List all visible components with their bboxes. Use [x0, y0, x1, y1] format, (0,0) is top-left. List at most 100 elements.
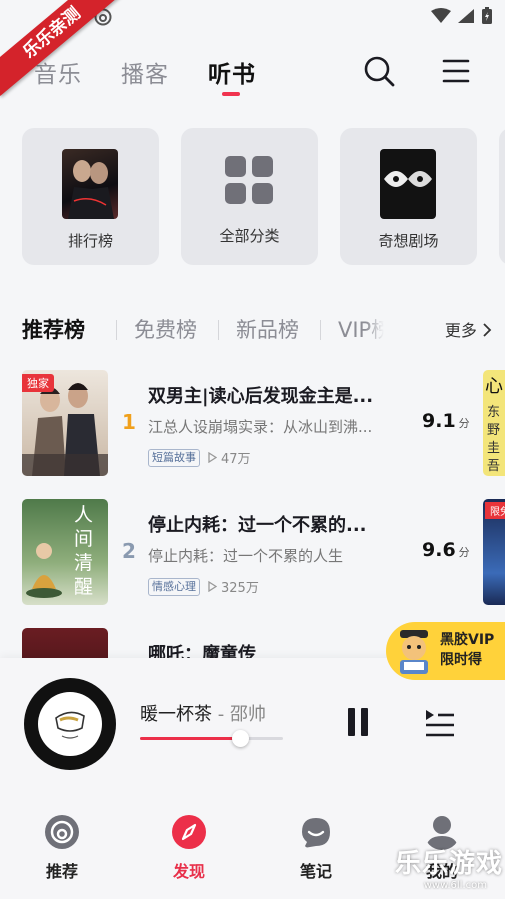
- pause-button[interactable]: [345, 708, 371, 738]
- signal-icon: [458, 9, 474, 23]
- play-count: 325万: [208, 577, 259, 596]
- rank-number: 1: [122, 410, 136, 434]
- play-count: 47万: [208, 448, 251, 467]
- ranking-thumbnail: [62, 149, 118, 219]
- book-score: 9.1 分: [422, 410, 470, 432]
- album-disc[interactable]: [24, 678, 116, 770]
- next-card-partial[interactable]: [499, 128, 505, 265]
- book-score: 9.6 分: [422, 539, 470, 561]
- battery-icon: [482, 7, 492, 24]
- grid-icon: [225, 156, 273, 204]
- book-title: 双男主|读心后发现金主是...: [148, 386, 374, 407]
- netease-music-icon: [45, 815, 79, 849]
- play-icon: [208, 581, 217, 592]
- rank-tabs: 推荐榜 免费榜 新品榜 VIP榜 更多: [22, 312, 492, 348]
- score-unit: 分: [458, 417, 470, 430]
- bottom-nav-label: 推荐: [45, 862, 78, 881]
- quick-entry-row: 排行榜 全部分类 奇想剧场: [22, 128, 505, 266]
- play-count-value: 47万: [221, 452, 251, 467]
- song-info: 暖一杯茶 - 邵帅: [140, 700, 266, 726]
- brand-watermark: 乐乐游戏: [394, 849, 503, 879]
- divider: [320, 320, 321, 340]
- user-icon: [426, 816, 458, 850]
- book-cover: 独家: [22, 370, 108, 476]
- ranking-cover-art: [68, 160, 114, 219]
- brand-watermark-url: www.6ll.com: [423, 880, 487, 891]
- ranking-card[interactable]: 排行榜: [22, 128, 159, 265]
- rank-tab-recommend[interactable]: 推荐榜: [22, 314, 85, 344]
- book-description: 停止内耗：过一个不累的人生: [148, 547, 344, 565]
- vip-promo-line1: 黑胶VIP: [440, 632, 495, 648]
- tab-audiobook[interactable]: 听书: [208, 55, 256, 89]
- score-value: 9.6: [422, 539, 456, 561]
- category-tag: 短篇故事: [148, 448, 200, 467]
- all-categories-card[interactable]: 全部分类: [181, 128, 318, 265]
- more-link[interactable]: 更多: [445, 317, 492, 341]
- svg-text:醒: 醒: [74, 576, 93, 598]
- tab-podcast[interactable]: 播客: [121, 55, 169, 89]
- menu-icon[interactable]: [440, 54, 474, 88]
- more-label: 更多: [444, 321, 477, 340]
- bottom-nav-label: 发现: [172, 862, 205, 881]
- all-categories-label: 全部分类: [219, 227, 280, 245]
- wifi-icon: [431, 8, 451, 23]
- bottom-nav-recommend[interactable]: 推荐: [22, 814, 102, 882]
- search-icon[interactable]: [362, 54, 396, 88]
- svg-text:间: 间: [74, 528, 93, 550]
- book-item[interactable]: 独家 1 双男主|读心后发现金主是... 江总人设崩塌实录：从冰山到沸... 短…: [22, 370, 482, 478]
- score-value: 9.1: [422, 410, 456, 432]
- side-book-cover[interactable]: 限免: [483, 499, 505, 605]
- status-icons: [431, 7, 493, 25]
- bottom-nav-discover[interactable]: 发现: [149, 814, 229, 882]
- bottom-nav-label: 笔记: [299, 862, 332, 881]
- divider: [116, 320, 117, 340]
- book-meta: 短篇故事 47万: [148, 448, 251, 467]
- bottom-nav-notes[interactable]: 笔记: [276, 814, 356, 882]
- rank-tab-free[interactable]: 免费榜: [134, 314, 197, 344]
- progress-bar[interactable]: [140, 730, 283, 747]
- rank-number: 2: [122, 539, 136, 563]
- rank-tab-new[interactable]: 新品榜: [236, 314, 299, 344]
- pause-icon-bar: [361, 708, 368, 736]
- book-item[interactable]: 人 间 清 醒 2 停止内耗：过一个不累的... 停止内耗：过一个不累的人生 情…: [22, 499, 482, 607]
- vip-promo[interactable]: 黑胶VIP 限时得: [386, 622, 505, 680]
- vip-promo-line2: 限时得: [440, 652, 482, 668]
- theater-thumbnail: [380, 149, 436, 219]
- song-title: 暖一杯茶: [140, 704, 212, 725]
- exclusive-badge: 独家: [22, 374, 54, 392]
- progress-knob[interactable]: [232, 730, 250, 747]
- svg-text:东: 东: [487, 405, 500, 420]
- playlist-icon[interactable]: [424, 708, 456, 738]
- song-artist: - 邵帅: [212, 704, 266, 725]
- svg-text:野: 野: [487, 423, 500, 438]
- svg-text:人: 人: [74, 504, 93, 526]
- album-art-image: [55, 711, 85, 739]
- chevron-right-icon: [483, 323, 492, 337]
- book-description: 江总人设崩塌实录：从冰山到沸...: [148, 418, 373, 436]
- svg-text:吾: 吾: [487, 459, 500, 474]
- theater-card[interactable]: 奇想剧场: [340, 128, 477, 265]
- top-nav: 音乐 播客 听书: [0, 50, 505, 100]
- ranking-label: 排行榜: [67, 232, 113, 250]
- play-icon: [208, 452, 217, 463]
- category-tag: 情感心理: [148, 577, 200, 596]
- progress-fill: [140, 737, 241, 740]
- pause-icon-bar: [348, 708, 355, 736]
- side-cover-art: 心 东 野 圭 吾: [485, 376, 503, 474]
- bottom-nav: 推荐 发现 笔记 我的 乐乐游戏 www.6ll.com: [0, 798, 505, 899]
- book-meta: 情感心理 325万: [148, 577, 259, 596]
- rank-tab-vip[interactable]: VIP榜: [338, 314, 384, 344]
- free-badge: 限免: [485, 502, 505, 519]
- active-tab-indicator: [222, 92, 240, 96]
- chat-bubble-icon: [302, 818, 330, 848]
- book-cover-art: 人 间 清 醒: [26, 504, 93, 598]
- vip-mascot-icon: [400, 630, 428, 674]
- theater-cover-art: [384, 171, 432, 187]
- svg-text:圭: 圭: [487, 441, 500, 456]
- svg-text:清: 清: [74, 552, 93, 574]
- play-count-value: 325万: [221, 581, 259, 596]
- theater-label: 奇想剧场: [378, 232, 439, 250]
- side-book-cover[interactable]: 心 东 野 圭 吾: [483, 370, 505, 476]
- divider: [218, 320, 219, 340]
- compass-icon: [172, 815, 206, 849]
